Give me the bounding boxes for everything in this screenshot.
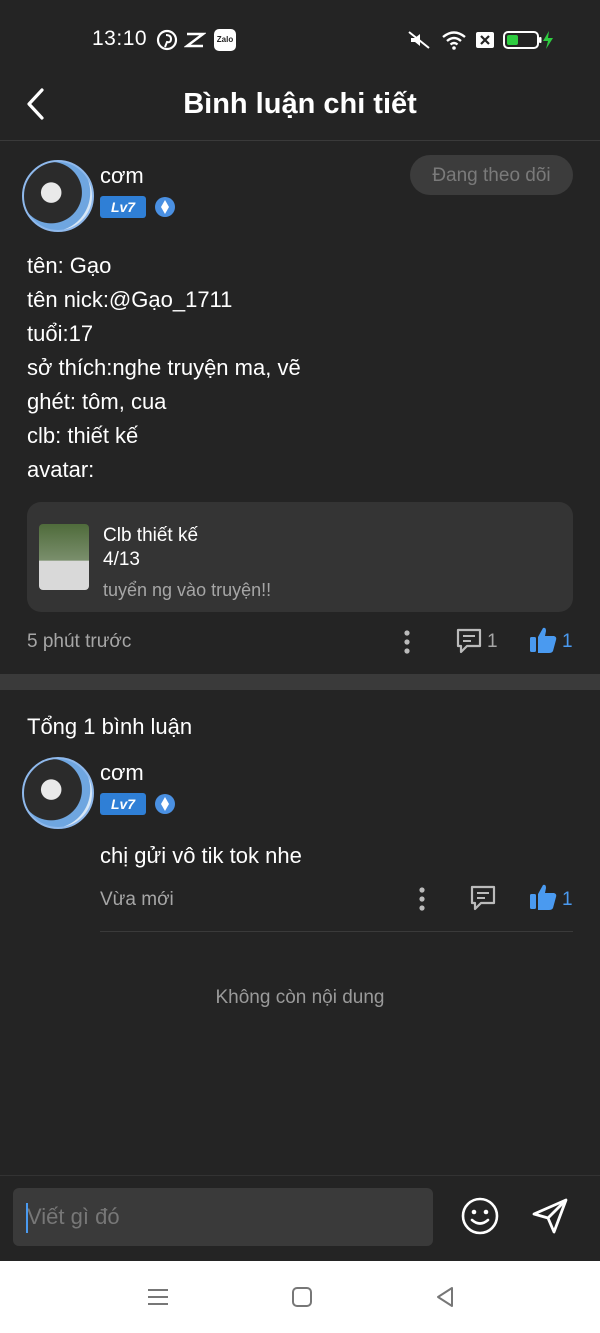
story-description: tuyển ng vào truyện!! [103, 580, 272, 600]
level-badge: Lv7 [100, 196, 146, 218]
rank-gem-icon [155, 197, 175, 217]
comment-like-count: 1 [562, 889, 573, 910]
post-line: ghét: tôm, cua [27, 389, 167, 414]
story-title: Clb thiết kế [103, 525, 199, 546]
header-divider [0, 140, 600, 141]
system-nav-bar [0, 1261, 600, 1333]
text-caret [26, 1203, 28, 1233]
level-badge: Lv7 [100, 793, 146, 815]
rank-gem-icon [155, 794, 175, 814]
post-line: sở thích:nghe truyện ma, vẽ [27, 355, 301, 380]
wifi-icon [442, 31, 466, 50]
more-options-icon[interactable] [398, 628, 416, 656]
comment-time: Vừa mới [100, 889, 174, 910]
like-count: 1 [562, 631, 573, 652]
back-nav-icon[interactable] [433, 1285, 457, 1309]
post-time: 5 phút trước [27, 631, 132, 652]
avatar[interactable] [22, 160, 94, 232]
like-icon[interactable] [528, 625, 558, 655]
story-thumbnail [39, 524, 89, 590]
end-of-content: Không còn nội dung [215, 987, 385, 1008]
post-line: tên nick:@Gạo_1711 [27, 287, 233, 312]
comments-total: Tổng 1 bình luận [27, 714, 193, 739]
home-icon[interactable] [290, 1285, 314, 1309]
post-line: tuổi:17 [27, 321, 94, 346]
status-time: 13:10 [92, 27, 148, 50]
emoji-icon[interactable] [460, 1196, 500, 1236]
reply-icon[interactable] [469, 884, 497, 912]
mute-icon [408, 31, 430, 49]
menu-icon[interactable] [146, 1285, 170, 1309]
page-title: Bình luận chi tiết [183, 88, 417, 120]
post-username[interactable]: cơm [100, 163, 144, 189]
more-options-icon[interactable] [413, 885, 431, 913]
like-icon[interactable] [528, 882, 558, 912]
comment-text: chị gửi vô tik tok nhe [100, 843, 302, 868]
pinterest-icon [156, 29, 178, 51]
following-button[interactable]: Đang theo dõi [410, 155, 573, 195]
capcut-icon [184, 32, 206, 48]
comment-input[interactable] [13, 1188, 433, 1246]
comment-count: 1 [487, 631, 498, 652]
story-count: 4/13 [103, 549, 140, 570]
comment-icon[interactable] [455, 627, 483, 655]
post-body: tên: Gạo tên nick:@Gạo_1711 tuổi:17 sở t… [27, 249, 301, 487]
section-separator [0, 674, 600, 690]
comment-username[interactable]: cơm [100, 760, 144, 786]
avatar[interactable] [22, 757, 94, 829]
close-box-icon [476, 32, 494, 48]
zalo-icon: Zalo [214, 29, 236, 51]
post-line: tên: Gạo [27, 253, 112, 278]
post-line: avatar: [27, 457, 95, 482]
battery-icon [503, 31, 553, 49]
linked-story-card[interactable]: Clb thiết kế 4/13 tuyển ng vào truyện!! [27, 502, 573, 612]
post-line: clb: thiết kế [27, 423, 139, 448]
send-icon[interactable] [530, 1196, 570, 1236]
comment-divider [100, 931, 573, 932]
status-bar: 13:10 Zalo [0, 0, 600, 80]
charging-icon [543, 31, 553, 49]
